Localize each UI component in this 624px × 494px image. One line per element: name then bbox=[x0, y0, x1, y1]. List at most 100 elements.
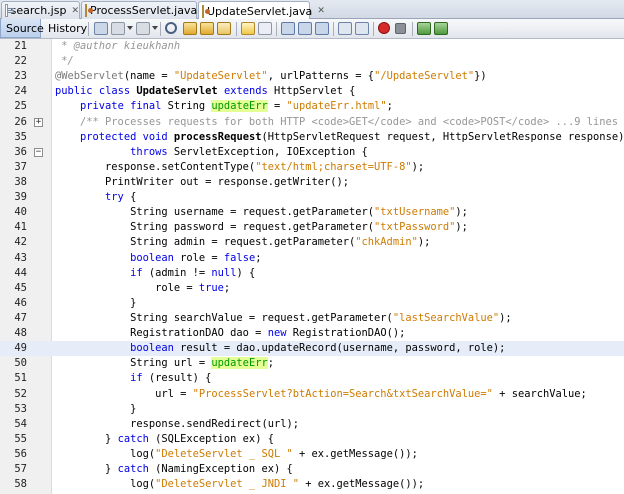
find-previous-icon[interactable] bbox=[183, 22, 197, 35]
close-icon[interactable]: ✕ bbox=[317, 6, 325, 16]
code-text: PrintWriter out = response.getWriter(); bbox=[55, 175, 350, 188]
string-literal: "txtPassword" bbox=[374, 221, 456, 234]
code-line: 51 if (result) { bbox=[0, 371, 624, 386]
tab-search-jsp[interactable]: search.jsp ✕ bbox=[1, 1, 80, 19]
code-text: response.sendRedirect(url); bbox=[55, 417, 299, 430]
toggle-bookmark-icon[interactable] bbox=[315, 22, 329, 35]
code-text: * @author kieukhanh bbox=[55, 40, 181, 52]
keyword: if bbox=[130, 266, 143, 279]
keyword: protected bbox=[80, 130, 137, 143]
code-line: 42 String admin = request.getParameter("… bbox=[0, 235, 624, 250]
code-line: 22 */ bbox=[0, 54, 624, 69]
find-next-icon[interactable] bbox=[200, 22, 214, 35]
tab-label: UpdateServlet.java bbox=[207, 4, 313, 18]
line-number: 48 bbox=[14, 327, 27, 340]
chevron-down-icon[interactable] bbox=[152, 26, 158, 30]
previous-bookmark-icon[interactable] bbox=[281, 22, 295, 35]
last-edit-icon[interactable] bbox=[94, 22, 108, 35]
keyword: try bbox=[105, 191, 124, 204]
collapse-fold-icon[interactable]: − bbox=[34, 147, 43, 157]
code-text: } catch (SQLException ex) { bbox=[55, 432, 274, 445]
shift-right-icon[interactable] bbox=[355, 22, 369, 35]
line-number: 56 bbox=[14, 447, 27, 460]
line-number: 23 bbox=[14, 70, 27, 83]
code-text: throws ServletException, IOException { bbox=[130, 145, 368, 158]
tab-label: search.jsp bbox=[10, 4, 67, 17]
keyword: null bbox=[211, 266, 237, 279]
declaration-name: processRequest bbox=[173, 130, 262, 143]
line-number: 21 bbox=[14, 40, 27, 52]
code-line: 44 if (admin != null) { bbox=[0, 266, 624, 281]
code-text: try { bbox=[105, 191, 137, 204]
line-number: 40 bbox=[14, 206, 27, 219]
forward-icon[interactable] bbox=[136, 22, 150, 35]
code-line: 50 String url = updateErr; bbox=[0, 356, 624, 371]
current-line: 49 boolean result = dao.updateRecord(use… bbox=[0, 341, 624, 357]
collapsed-javadoc[interactable]: /** Processes requests for both HTTP <co… bbox=[55, 115, 624, 130]
toolbar-separator bbox=[412, 22, 413, 36]
tab-updateservlet-java[interactable]: UpdateServlet.java ✕ bbox=[198, 1, 325, 20]
keyword: new bbox=[267, 327, 287, 340]
toolbar-separator bbox=[236, 22, 237, 36]
keyword: true bbox=[198, 281, 224, 294]
next-bookmark-icon[interactable] bbox=[298, 22, 312, 35]
line-number: 43 bbox=[14, 251, 27, 264]
find-icon[interactable] bbox=[165, 22, 177, 34]
code-line: 56 log("DeleteServlet _ SQL " + ex.getMe… bbox=[0, 447, 624, 462]
string-literal: "DeleteServlet _ JNDI " bbox=[155, 478, 299, 491]
code-text: protected void processRequest(HttpServle… bbox=[80, 130, 624, 143]
comment-icon[interactable] bbox=[417, 22, 431, 35]
string-literal: "ProcessServlet?btAction=Search&txtSearc… bbox=[192, 387, 493, 400]
code-line: 26 + /** Processes requests for both HTT… bbox=[0, 115, 624, 130]
code-line: 37 response.setContentType("text/html;ch… bbox=[0, 160, 624, 175]
chevron-down-icon[interactable] bbox=[127, 26, 133, 30]
string-literal: "lastSearchValue" bbox=[392, 311, 500, 324]
code-text: if (admin != null) { bbox=[130, 266, 256, 279]
line-number: 42 bbox=[14, 236, 27, 249]
expand-fold-icon[interactable]: + bbox=[34, 117, 43, 127]
toggle-rectangular-selection-icon[interactable] bbox=[258, 22, 272, 35]
code-line: 35 protected void processRequest(HttpSer… bbox=[0, 130, 624, 145]
line-number: 41 bbox=[14, 221, 27, 234]
toggle-highlight-icon[interactable] bbox=[241, 22, 255, 35]
code-line: 36 − throws ServletException, IOExceptio… bbox=[0, 145, 624, 160]
code-line: 46 } bbox=[0, 296, 624, 311]
code-line: 47 String searchValue = request.getParam… bbox=[0, 311, 624, 326]
tab-history[interactable]: History bbox=[43, 19, 87, 38]
toolbar-separator bbox=[276, 22, 277, 36]
code-text: boolean role = false; bbox=[130, 251, 262, 264]
keyword: final bbox=[130, 100, 162, 113]
annotation: @WebServlet bbox=[55, 70, 124, 83]
keyword: catch bbox=[117, 463, 149, 476]
stop-macro-recording-icon[interactable] bbox=[395, 23, 406, 34]
tab-processservlet-java[interactable]: ProcessServlet.java ✕ bbox=[81, 1, 210, 19]
line-number: 22 bbox=[14, 55, 27, 68]
toolbar-separator bbox=[88, 22, 89, 36]
code-text: private final String updateErr = "update… bbox=[80, 100, 393, 113]
editor-tab-bar: search.jsp ✕ ProcessServlet.java ✕ Updat… bbox=[0, 0, 624, 20]
line-number: 51 bbox=[14, 372, 27, 385]
line-number: 49 bbox=[14, 342, 27, 355]
start-macro-recording-icon[interactable] bbox=[378, 22, 390, 34]
close-icon[interactable]: ✕ bbox=[71, 6, 79, 16]
code-text: if (result) { bbox=[130, 372, 212, 385]
find-selection-icon[interactable] bbox=[217, 22, 231, 35]
tab-source[interactable]: Source bbox=[0, 19, 44, 38]
shift-left-icon[interactable] bbox=[338, 22, 352, 35]
code-text: log("DeleteServlet _ SQL " + ex.getMessa… bbox=[55, 447, 418, 460]
uncomment-icon[interactable] bbox=[434, 22, 448, 35]
back-icon[interactable] bbox=[111, 22, 125, 35]
jsp-file-icon bbox=[5, 4, 13, 17]
code-line: 48 RegistrationDAO dao = new Registratio… bbox=[0, 326, 624, 341]
keyword: boolean bbox=[130, 342, 174, 355]
line-number: 55 bbox=[14, 432, 27, 445]
code-line: 41 String password = request.getParamete… bbox=[0, 220, 624, 235]
code-line: 43 boolean role = false; bbox=[0, 251, 624, 266]
line-number: 52 bbox=[14, 387, 27, 400]
code-editor[interactable]: 21 * @author kieukhanh 22 */ 23 @WebServ… bbox=[0, 39, 624, 494]
string-literal: "DeleteServlet _ SQL " bbox=[155, 447, 293, 460]
line-number: 57 bbox=[14, 463, 27, 476]
keyword: extends bbox=[223, 85, 268, 98]
code-text: } bbox=[55, 402, 137, 415]
code-line: 21 * @author kieukhanh bbox=[0, 39, 624, 54]
